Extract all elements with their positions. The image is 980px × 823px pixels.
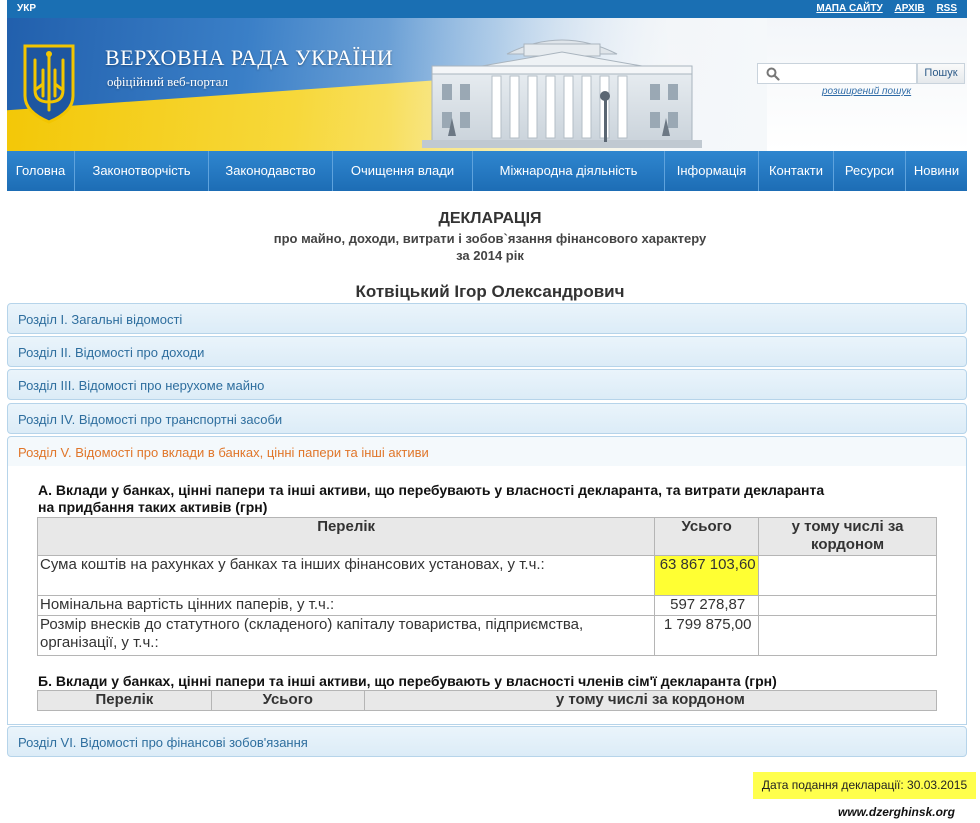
site-header: ВЕРХОВНА РАДА УКРАЇНИ офіційний веб-порт… xyxy=(7,18,967,151)
top-bar: УКР МАПА САЙТУ АРХІВ RSS xyxy=(7,0,967,18)
nav-item-resources[interactable]: Ресурси xyxy=(834,151,906,191)
nav-item-lawmaking[interactable]: Законотворчість xyxy=(75,151,209,191)
declaration-year: за 2014 рік xyxy=(456,248,524,263)
column-header-abroad: у тому числі за кордоном xyxy=(758,517,937,556)
sitemap-link[interactable]: МАПА САЙТУ xyxy=(816,3,882,14)
search-button[interactable]: Пошук xyxy=(917,63,965,84)
search-input[interactable] xyxy=(784,65,914,82)
declaration-subtitle: про майно, доходи, витрати і зобов`язанн… xyxy=(273,231,707,246)
column-header-list: Перелік xyxy=(36,517,656,556)
row-label: Розмір внесків до статутного (складеного… xyxy=(36,615,656,656)
subsection-b-title: Б. Вклади у банках, цінні папери та інші… xyxy=(38,673,777,689)
row-label: Сума коштів на рахунках у банках та інши… xyxy=(36,555,656,596)
column-header-total: Усього xyxy=(654,517,760,556)
parliament-building-icon xyxy=(422,39,702,148)
section-3-label: Розділ III. Відомості про нерухоме майно xyxy=(18,378,265,393)
row-label: Номінальна вартість цінних паперів, у т.… xyxy=(36,595,656,616)
subsection-a-title: А. Вклади у банках, цінні папери та інші… xyxy=(38,482,825,515)
row-abroad xyxy=(758,595,937,616)
nav-item-lustration[interactable]: Очищення влади xyxy=(333,151,473,191)
declaration-title: ДЕКЛАРАЦІЯ xyxy=(438,210,542,227)
language-switch[interactable]: УКР xyxy=(17,3,36,14)
search-field[interactable] xyxy=(757,63,917,84)
row-total-highlighted: 63 867 103,60 xyxy=(654,555,760,596)
column-header-total: Усього xyxy=(210,690,365,711)
column-header-abroad: у тому числі за кордоном xyxy=(363,690,938,711)
assets-table-family: Перелік Усього у тому числі за кордоном xyxy=(37,690,938,711)
section-6-header[interactable]: Розділ VI. Відомості про фінансові зобов… xyxy=(7,726,967,757)
table-row: Сума коштів на рахунках у банках та інши… xyxy=(36,555,937,596)
section-6-label: Розділ VI. Відомості про фінансові зобов… xyxy=(18,735,308,750)
nav-item-home[interactable]: Головна xyxy=(7,151,75,191)
section-3-header[interactable]: Розділ III. Відомості про нерухоме майно xyxy=(7,369,967,400)
table-header-row: Перелік Усього у тому числі за кордоном xyxy=(36,517,937,556)
watermark: www.dzerghinsk.org xyxy=(838,805,955,819)
nav-item-legislation[interactable]: Законодавство xyxy=(209,151,333,191)
section-4-label: Розділ IV. Відомості про транспортні зас… xyxy=(18,412,283,427)
coat-of-arms-icon[interactable] xyxy=(21,42,77,124)
site-title[interactable]: ВЕРХОВНА РАДА УКРАЇНИ xyxy=(105,45,393,71)
main-nav: Головна Законотворчість Законодавство Оч… xyxy=(7,151,967,191)
row-abroad xyxy=(758,615,937,656)
site-subtitle: офіційний веб-портал xyxy=(107,74,228,89)
assets-table-declarant: Перелік Усього у тому числі за кордоном … xyxy=(36,517,937,656)
section-1-header[interactable]: Розділ I. Загальні відомості xyxy=(7,303,967,334)
search-icon xyxy=(766,67,780,81)
table-header-row: Перелік Усього у тому числі за кордоном xyxy=(37,690,938,711)
row-total: 1 799 875,00 xyxy=(654,615,760,656)
column-header-list: Перелік xyxy=(37,690,212,711)
nav-item-news[interactable]: Новини xyxy=(906,151,967,191)
nav-item-information[interactable]: Інформація xyxy=(665,151,759,191)
advanced-search-link[interactable]: розширений пошук xyxy=(822,86,911,97)
nav-item-international[interactable]: Міжнародна діяльність xyxy=(473,151,665,191)
nav-item-contacts[interactable]: Контакти xyxy=(759,151,834,191)
rss-link[interactable]: RSS xyxy=(936,3,957,14)
row-abroad xyxy=(758,555,937,596)
section-5-header[interactable]: Розділ V. Відомості про вклади в банках,… xyxy=(7,436,967,467)
archive-link[interactable]: АРХІВ xyxy=(894,3,924,14)
row-total: 597 278,87 xyxy=(654,595,760,616)
section-4-header[interactable]: Розділ IV. Відомості про транспортні зас… xyxy=(7,403,967,434)
section-2-header[interactable]: Розділ II. Відомості про доходи xyxy=(7,336,967,367)
declarant-name: Котвіцький Ігор Олександрович xyxy=(355,282,625,301)
top-links: МАПА САЙТУ АРХІВ RSS xyxy=(807,3,957,14)
table-row: Номінальна вартість цінних паперів, у т.… xyxy=(36,595,937,616)
section-2-label: Розділ II. Відомості про доходи xyxy=(18,345,205,360)
table-row: Розмір внесків до статутного (складеного… xyxy=(36,615,937,656)
section-5-label: Розділ V. Відомості про вклади в банках,… xyxy=(18,445,429,460)
section-1-label: Розділ I. Загальні відомості xyxy=(18,312,183,327)
submission-date: Дата подання декларації: 30.03.2015 xyxy=(753,772,976,799)
